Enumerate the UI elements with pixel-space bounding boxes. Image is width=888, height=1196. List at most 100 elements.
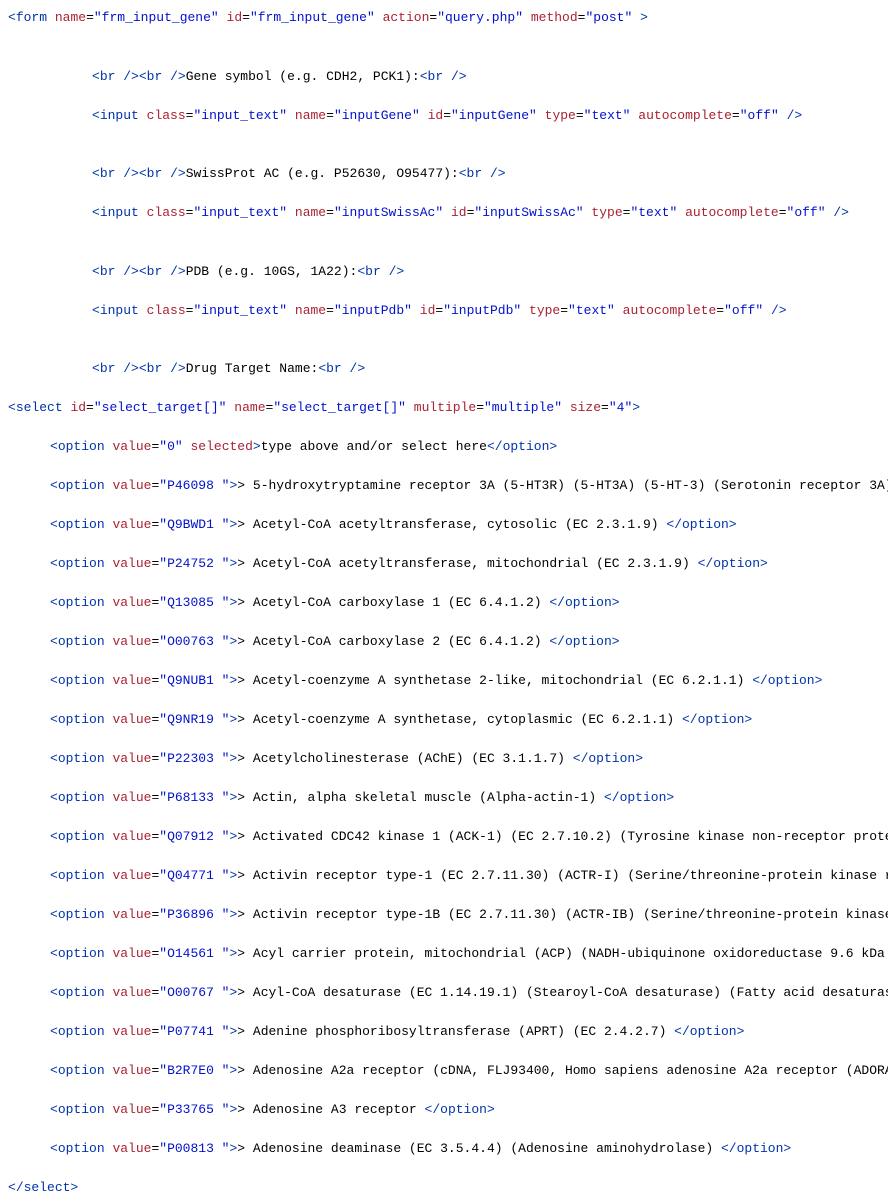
select-tag: select [16,400,63,415]
br-tag: br [147,69,163,84]
option-tag: option [58,907,105,922]
option-value-attr-name: value [112,517,151,532]
select-size-attr-value: "4" [609,400,632,415]
select-id-attr-value: "select_target[]" [94,400,227,415]
option-value-attr-value: "P00813 " [159,1141,229,1156]
option-value-attr-name: value [112,907,151,922]
code-line: <br /><br />Drug Target Name:<br /> [8,359,880,379]
option-close-tag: /option [674,517,729,532]
code-line: <option value="Q07912 ">> Activated CDC4… [8,827,880,847]
code-line: <option value="Q9NR19 ">> Acetyl-coenzym… [8,710,880,730]
swiss-input-tag: input [100,205,139,220]
gene-class-attr-value: "input_text" [193,108,287,123]
code-line: <option value="P68133 ">> Actin, alpha s… [8,788,880,808]
code-line: <option value="O00767 ">> Acyl-CoA desat… [8,983,880,1003]
code-line: <br /><br />PDB (e.g. 10GS, 1A22):<br /> [8,262,880,282]
form-method-attr-name: method [531,10,578,25]
gene-id-attr-name: id [428,108,444,123]
option-text: > Acetyl-coenzyme A synthetase 2-like, m… [237,673,752,688]
swiss-id-attr-value: "inputSwissAc" [474,205,583,220]
code-line: <option value="P46098 ">> 5-hydroxytrypt… [8,476,880,496]
option-tag: option [58,1063,105,1078]
code-line: <option value="P00813 ">> Adenosine deam… [8,1139,880,1159]
target-label: Drug Target Name: [186,361,319,376]
option-tag: option [58,790,105,805]
option-close-tag: /option [705,556,760,571]
option-close-tag: /option [682,1024,737,1039]
option-value-attr-name: value [112,868,151,883]
br-tag: br [100,69,116,84]
option-text: > Acyl carrier protein, mitochondrial (A… [237,946,888,961]
option-value-attr-name: value [112,673,151,688]
option-close-tag: /option [612,790,667,805]
gene-ac-attr-value: "off" [740,108,779,123]
option-close-tag: /option [729,1141,784,1156]
option-text: > Adenine phosphoribosyltransferase (APR… [237,1024,674,1039]
option-text: > Adenosine A3 receptor [237,1102,424,1117]
code-line: <option value="Q04771 ">> Activin recept… [8,866,880,886]
pdb-id-attr-name: id [420,303,436,318]
option-value-attr-value: "P46098 " [159,478,229,493]
pdb-type-attr-value: "text" [568,303,615,318]
form-name-attr-name: name [55,10,86,25]
option-text: > Acetyl-CoA acetyltransferase, cytosoli… [237,517,666,532]
form-id-attr-value: "frm_input_gene" [250,10,375,25]
option-text: > Activin receptor type-1B (EC 2.7.11.30… [237,907,888,922]
select-close-tag: /select [16,1180,71,1195]
code-line: <option value="Q9BWD1 ">> Acetyl-CoA ace… [8,515,880,535]
code-line: <option value="0" selected>type above an… [8,437,880,457]
option-close-tag: /option [495,439,550,454]
option-value-attr-value: "P36896 " [159,907,229,922]
pdb-class-attr-value: "input_text" [193,303,287,318]
option-value-attr-value: "P22303 " [159,751,229,766]
option-tag: option [58,556,105,571]
swiss-type-attr-value: "text" [630,205,677,220]
swiss-name-attr-value: "inputSwissAc" [334,205,443,220]
select-name-attr-name: name [234,400,265,415]
option-tag: option [58,517,105,532]
option-value-attr-name: value [112,556,151,571]
option-selected: selected [190,439,252,454]
option-value-attr-name: value [112,1063,151,1078]
code-line: <input class="input_text" name="inputSwi… [8,203,880,223]
gene-type-attr-name: type [545,108,576,123]
select-multiple-attr-value: "multiple" [484,400,562,415]
option-tag: option [58,712,105,727]
option-value-attr-name: value [112,478,151,493]
code-line: <option value="P36896 ">> Activin recept… [8,905,880,925]
option-value-attr-name: value [112,1141,151,1156]
option-value-attr-value: "0" [159,439,182,454]
select-name-attr-value: "select_target[]" [273,400,406,415]
code-line: <option value="B2R7E0 ">> Adenosine A2a … [8,1061,880,1081]
pdb-name-attr-name: name [295,303,326,318]
pdb-ac-attr-name: autocomplete [623,303,717,318]
option-close-tag: /option [557,634,612,649]
code-line: <select id="select_target[]" name="selec… [8,398,880,418]
gene-class-attr-name: class [147,108,186,123]
swiss-type-attr-name: type [591,205,622,220]
form-id-attr-name: id [227,10,243,25]
pdb-label: PDB (e.g. 10GS, 1A22): [186,264,358,279]
swiss-name-attr-name: name [295,205,326,220]
select-id-attr-name: id [70,400,86,415]
html-source-view: <form name="frm_input_gene" id="frm_inpu… [8,8,880,1196]
gene-name-attr-value: "inputGene" [334,108,420,123]
option-value-attr-value: "O00767 " [159,985,229,1000]
gene-id-attr-value: "inputGene" [451,108,537,123]
form-method-attr-value: "post" [585,10,632,25]
option-value-attr-name: value [112,1102,151,1117]
option-tag: option [58,595,105,610]
code-line: <option value="O14561 ">> Acyl carrier p… [8,944,880,964]
option-value-attr-value: "O14561 " [159,946,229,961]
form-action-attr-value: "query.php" [437,10,523,25]
code-line: <option value="P24752 ">> Acetyl-CoA ace… [8,554,880,574]
swiss-ac-attr-name: autocomplete [685,205,779,220]
option-value-attr-name: value [112,712,151,727]
br-tag: br [467,166,483,181]
option-value-attr-value: "Q07912 " [159,829,229,844]
option-close-tag: /option [432,1102,487,1117]
code-line: <input class="input_text" name="inputPdb… [8,301,880,321]
swiss-class-attr-value: "input_text" [193,205,287,220]
option-value-attr-value: "P07741 " [159,1024,229,1039]
swiss-label: SwissProt AC (e.g. P52630, O95477): [186,166,459,181]
